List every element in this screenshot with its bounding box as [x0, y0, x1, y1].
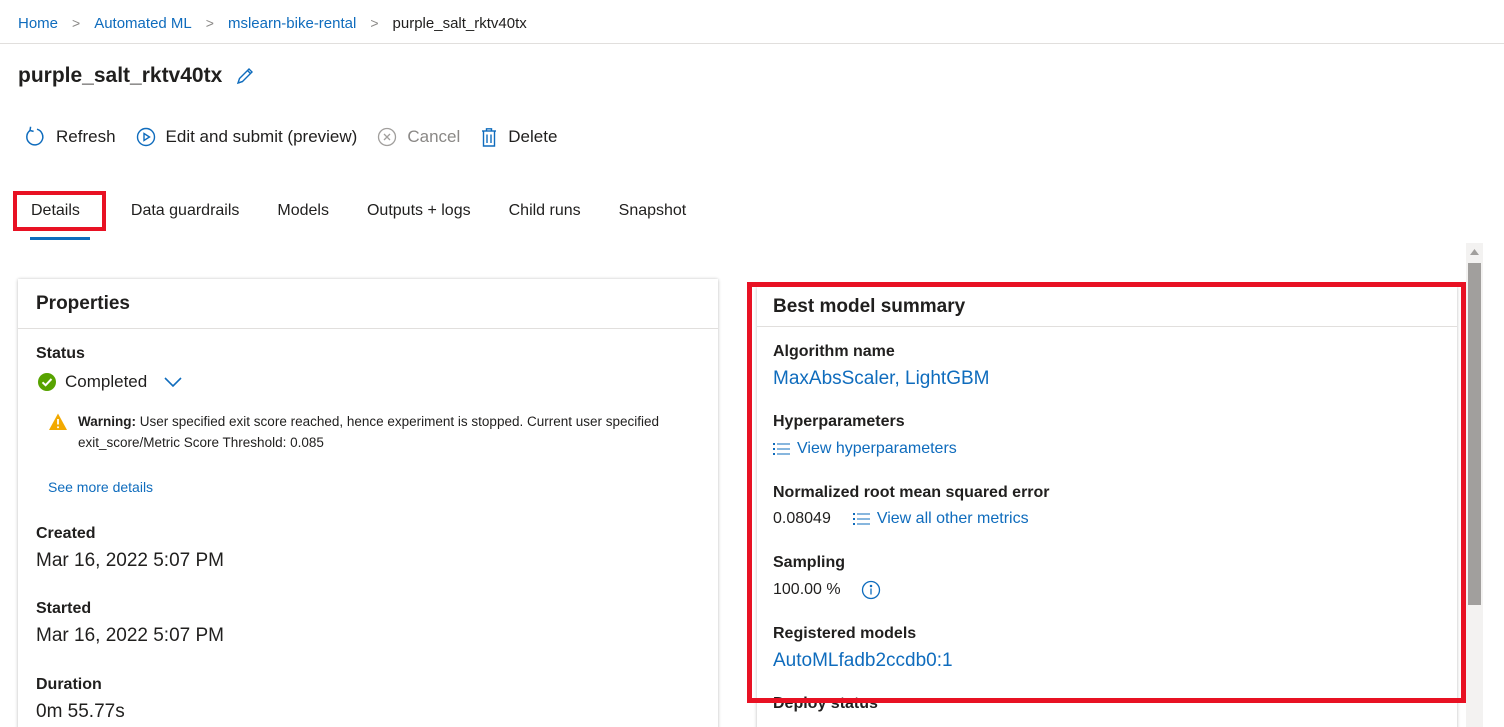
tab-models[interactable]: Models	[277, 195, 329, 227]
delete-label: Delete	[508, 127, 558, 146]
active-tab-indicator	[30, 237, 90, 240]
sampling-label: Sampling	[773, 554, 846, 571]
breadcrumb-home[interactable]: Home	[18, 15, 58, 32]
refresh-label: Refresh	[56, 127, 116, 146]
algorithm-link[interactable]: MaxAbsScaler, LightGBM	[773, 368, 989, 390]
scroll-up-button[interactable]	[1466, 243, 1483, 260]
tab-child-runs[interactable]: Child runs	[509, 195, 581, 227]
list-icon	[852, 513, 870, 525]
trash-icon	[482, 127, 497, 147]
sampling-row: 100.00 %	[773, 580, 881, 600]
properties-card: Properties Status Completed Warning: Use…	[18, 279, 718, 727]
status-row: Completed	[37, 372, 185, 392]
cancel-button[interactable]: Cancel	[377, 127, 460, 147]
see-more-details-link[interactable]: See more details	[48, 479, 153, 495]
status-label: Status	[36, 345, 85, 362]
started-label: Started	[36, 600, 92, 617]
breadcrumb-automated-ml[interactable]: Automated ML	[94, 15, 192, 32]
warning-icon	[49, 413, 67, 430]
scrollbar-thumb[interactable]	[1468, 263, 1481, 605]
tab-snapshot[interactable]: Snapshot	[619, 195, 687, 227]
algorithm-label: Algorithm name	[773, 343, 895, 360]
best-model-header: Best model summary	[757, 287, 1457, 327]
view-all-metrics-link[interactable]: View all other metrics	[852, 510, 1029, 528]
tab-details[interactable]: Details	[13, 191, 106, 240]
status-value: Completed	[65, 372, 148, 391]
tab-details-label: Details	[31, 202, 80, 219]
tab-label: Child runs	[508, 202, 581, 219]
refresh-icon	[26, 126, 44, 146]
nrmse-value: 0.08049	[773, 510, 831, 527]
view-hyperparameters-link[interactable]: View hyperparameters	[773, 440, 957, 458]
nrmse-row: 0.08049 View all other metrics	[773, 510, 1029, 528]
edit-and-submit-label: Edit and submit (preview)	[165, 127, 358, 146]
arrow-up-icon	[1470, 248, 1479, 255]
warning-text: Warning: User specified exit score reach…	[78, 411, 708, 453]
breadcrumb-current: purple_salt_rktv40tx	[392, 14, 527, 32]
cancel-circle-icon	[378, 127, 397, 147]
tab-label: Snapshot	[618, 202, 687, 219]
breadcrumb-separator: >	[370, 15, 379, 31]
command-bar: Refresh Edit and submit (preview) Cancel…	[24, 126, 577, 148]
refresh-button[interactable]: Refresh	[24, 126, 116, 148]
warning-message: Warning: User specified exit score reach…	[48, 411, 708, 453]
duration-value: 0m 55.77s	[36, 701, 125, 722]
play-circle-icon	[136, 127, 155, 147]
chevron-down-icon[interactable]	[161, 372, 185, 392]
deploy-status-label: Deploy status	[773, 695, 878, 712]
info-icon[interactable]	[861, 580, 881, 600]
warning-body: User specified exit score reached, hence…	[78, 414, 660, 450]
breadcrumb: Home > Automated ML > mslearn-bike-renta…	[18, 12, 527, 34]
edit-and-submit-button[interactable]: Edit and submit (preview)	[136, 127, 358, 147]
registered-model-link[interactable]: AutoMLfadb2ccdb0:1	[773, 650, 953, 672]
breadcrumb-divider	[0, 43, 1504, 44]
tab-label: Data guardrails	[130, 202, 240, 219]
nrmse-label: Normalized root mean squared error	[773, 484, 1050, 501]
best-model-summary-card: Best model summary Algorithm name MaxAbs…	[757, 287, 1457, 727]
created-label: Created	[36, 525, 96, 542]
page-title-row: purple_salt_rktv40tx	[18, 64, 256, 88]
duration-label: Duration	[36, 676, 102, 693]
page-title: purple_salt_rktv40tx	[18, 64, 223, 87]
breadcrumb-experiment[interactable]: mslearn-bike-rental	[228, 15, 356, 32]
registered-models-label: Registered models	[773, 625, 917, 642]
tab-label: Outputs + logs	[366, 202, 471, 219]
pencil-icon[interactable]	[234, 65, 256, 87]
hyperparameters-label: Hyperparameters	[773, 413, 905, 430]
started-value: Mar 16, 2022 5:07 PM	[36, 625, 224, 646]
warning-bold: Warning:	[78, 414, 136, 429]
tab-list: Details Data guardrails Models Outputs +…	[13, 191, 687, 240]
properties-header: Properties	[18, 279, 718, 329]
sampling-value: 100.00 %	[773, 581, 841, 598]
breadcrumb-separator: >	[205, 15, 214, 31]
tab-outputs-logs[interactable]: Outputs + logs	[367, 195, 471, 227]
tab-label: Models	[277, 202, 329, 219]
view-hyperparameters-label: View hyperparameters	[797, 440, 957, 457]
created-value: Mar 16, 2022 5:07 PM	[36, 550, 224, 571]
cancel-label: Cancel	[407, 127, 461, 146]
scrollbar[interactable]	[1466, 243, 1483, 727]
delete-button[interactable]: Delete	[480, 127, 557, 148]
view-all-metrics-label: View all other metrics	[876, 510, 1029, 527]
list-icon	[773, 443, 790, 455]
breadcrumb-separator: >	[72, 15, 81, 31]
tab-data-guardrails[interactable]: Data guardrails	[131, 195, 240, 227]
check-circle-icon	[38, 373, 56, 391]
